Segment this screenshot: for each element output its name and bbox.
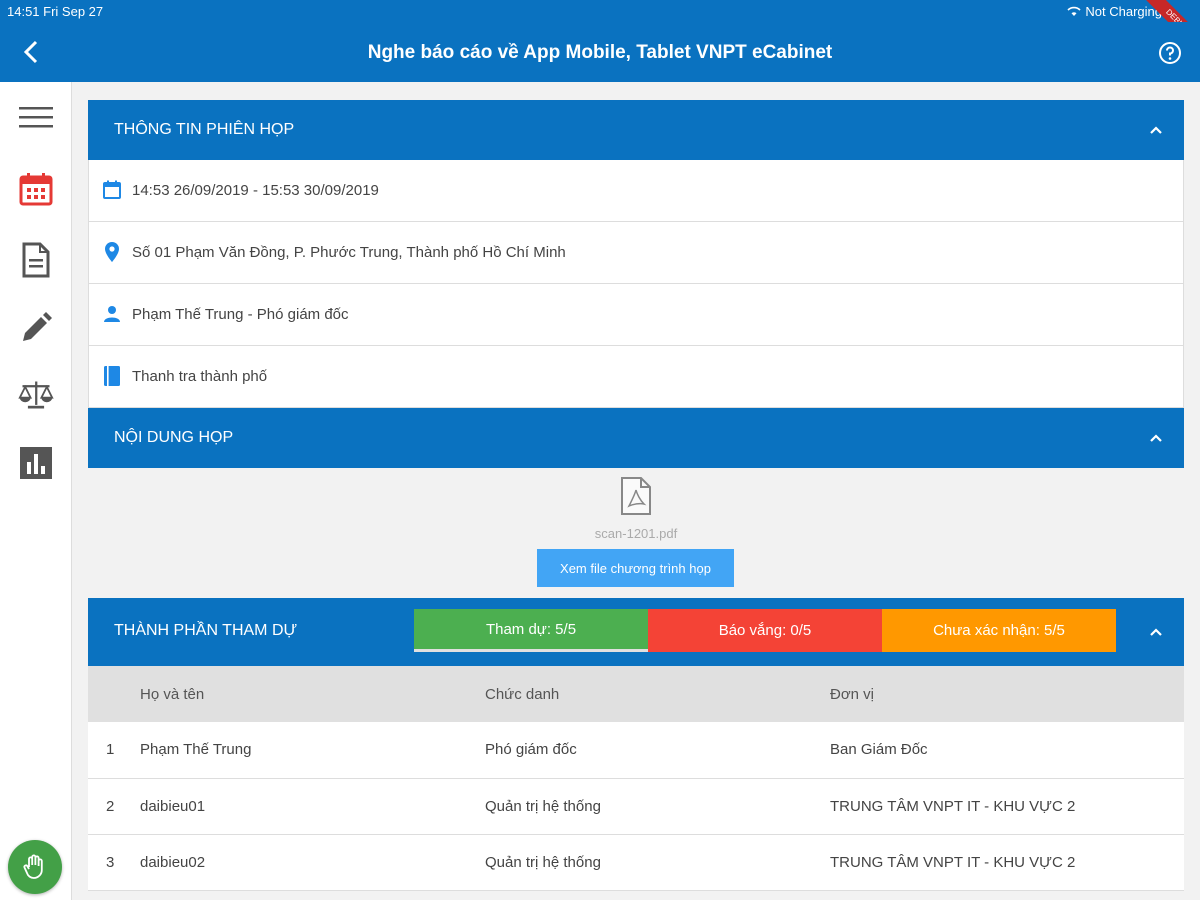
attendee-role: Quản trị hệ thống (485, 853, 601, 871)
meeting-chair-row: Phạm Thế Trung - Phó giám đốc (88, 284, 1184, 346)
file-name[interactable]: scan-1201.pdf (88, 526, 1184, 541)
calendar-icon[interactable] (18, 171, 54, 207)
column-unit: Đơn vị (830, 685, 875, 703)
attendee-unit: Ban Giám Đốc (830, 741, 928, 759)
scale-icon[interactable] (18, 377, 54, 413)
row-number: 3 (106, 853, 115, 871)
chevron-up-icon[interactable] (1148, 122, 1164, 138)
hand-icon (23, 854, 43, 879)
meeting-content-area: scan-1201.pdf Xem file chương trình họp (88, 468, 1184, 598)
menu-icon[interactable] (18, 100, 54, 136)
pdf-file-icon[interactable] (620, 476, 652, 516)
app-header: Nghe báo cáo về App Mobile, Tablet VNPT … (0, 22, 1200, 82)
table-row[interactable]: 2 daibieu01 Quản trị hệ thống TRUNG TÂM … (88, 778, 1184, 834)
help-icon[interactable] (1158, 41, 1182, 65)
meeting-location: Số 01 Phạm Văn Đồng, P. Phước Trung, Thà… (132, 244, 566, 261)
meeting-info-header[interactable]: THÔNG TIN PHIÊN HỌP (88, 100, 1184, 160)
person-icon (101, 303, 123, 325)
table-row[interactable]: 1 Phạm Thế Trung Phó giám đốc Ban Giám Đ… (88, 722, 1184, 778)
chevron-up-icon[interactable] (1148, 624, 1164, 640)
table-header-row: Họ và tên Chức danh Đơn vị (88, 666, 1184, 722)
attendees-header: THÀNH PHẦN THAM DỰ Tham dự: 5/5 Báo vắng… (88, 598, 1184, 666)
pen-icon[interactable] (18, 310, 54, 346)
calendar-small-icon (101, 179, 123, 201)
status-battery: Not Charging (1067, 4, 1162, 19)
row-number: 1 (106, 741, 115, 759)
attendees-table: Họ và tên Chức danh Đơn vị 1 Phạm Thế Tr… (88, 666, 1184, 891)
meeting-location-row: Số 01 Phạm Văn Đồng, P. Phước Trung, Thà… (88, 222, 1184, 284)
location-pin-icon (101, 241, 123, 263)
status-bar: 14:51 Fri Sep 27 Not Charging DEBUG (0, 0, 1200, 58)
meeting-info-title: THÔNG TIN PHIÊN HỌP (114, 121, 295, 138)
attendee-unit: TRUNG TÂM VNPT IT - KHU VỰC 2 (830, 797, 1076, 815)
table-row[interactable]: 3 daibieu02 Quản trị hệ thống TRUNG TÂM … (88, 834, 1184, 890)
row-number: 2 (106, 797, 115, 815)
attendees-title: THÀNH PHẦN THAM DỰ (114, 622, 298, 639)
chart-icon[interactable] (18, 445, 54, 481)
page-title: Nghe báo cáo về App Mobile, Tablet VNPT … (367, 42, 833, 63)
meeting-time-row: 14:53 26/09/2019 - 15:53 30/09/2019 (88, 160, 1184, 222)
meeting-content-header[interactable]: NỘI DUNG HỌP (88, 408, 1184, 468)
column-role: Chức danh (485, 685, 560, 703)
meeting-organization: Thanh tra thành phố (132, 368, 268, 385)
column-number (88, 666, 140, 722)
meeting-chair: Phạm Thế Trung - Phó giám đốc (132, 306, 349, 323)
battery-label: Not Charging (1085, 4, 1162, 19)
status-time: 14:51 Fri Sep 27 (7, 4, 104, 19)
meeting-organization-row: Thanh tra thành phố (88, 346, 1184, 408)
raise-hand-button[interactable] (8, 840, 62, 894)
chevron-up-icon[interactable] (1148, 430, 1164, 446)
attendee-name: daibieu02 (140, 853, 206, 871)
tab-unconfirmed[interactable]: Chưa xác nhận: 5/5 (882, 609, 1116, 652)
meeting-time: 14:53 26/09/2019 - 15:53 30/09/2019 (132, 182, 379, 199)
attendee-role: Phó giám đốc (485, 741, 577, 759)
column-name: Họ và tên (140, 685, 205, 703)
book-icon (101, 365, 123, 387)
tab-attending[interactable]: Tham dự: 5/5 (414, 609, 648, 652)
view-agenda-button[interactable]: Xem file chương trình họp (537, 549, 734, 587)
attendance-tabs: Tham dự: 5/5 Báo vắng: 0/5 Chưa xác nhận… (414, 609, 1116, 652)
attendee-role: Quản trị hệ thống (485, 797, 601, 815)
attendee-name: daibieu01 (140, 797, 206, 815)
attendee-unit: TRUNG TÂM VNPT IT - KHU VỰC 2 (830, 853, 1076, 871)
tab-absent[interactable]: Báo vắng: 0/5 (648, 609, 882, 652)
main-content: THÔNG TIN PHIÊN HỌP 14:53 26/09/2019 - 1… (88, 100, 1184, 891)
meeting-content-title: NỘI DUNG HỌP (114, 429, 234, 446)
sidebar (0, 82, 72, 900)
attendee-name: Phạm Thế Trung (140, 741, 252, 759)
wifi-icon (1067, 6, 1081, 16)
document-icon[interactable] (18, 242, 54, 278)
